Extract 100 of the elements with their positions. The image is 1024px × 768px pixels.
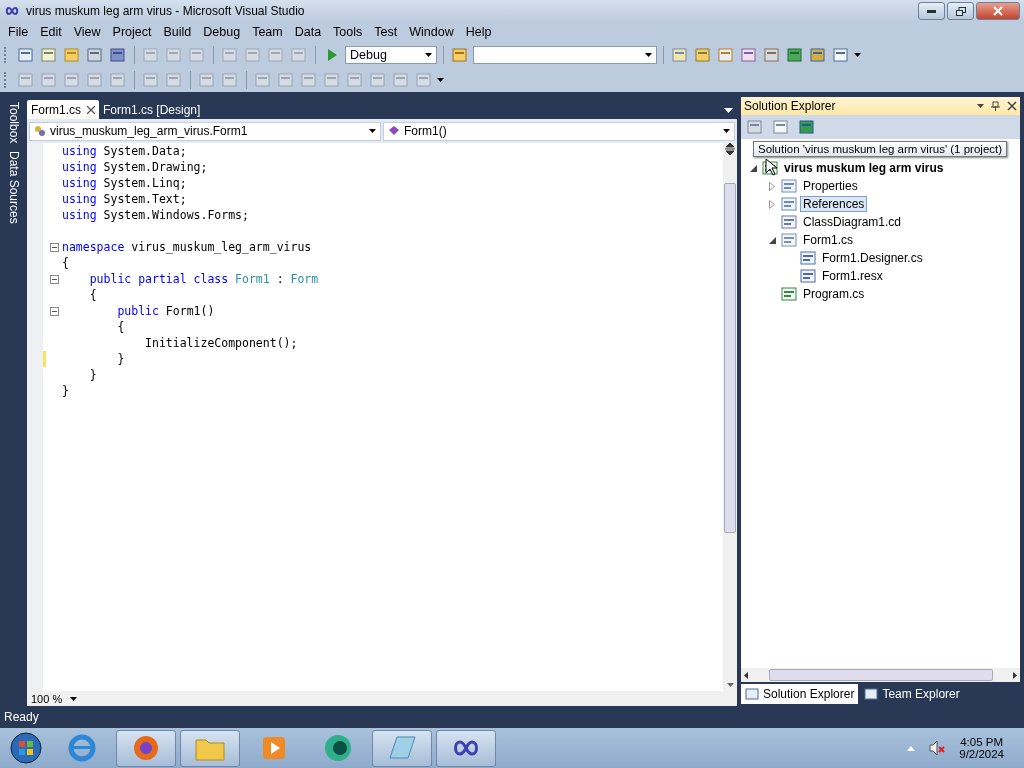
taskbar-button[interactable] — [436, 729, 496, 767]
configuration-dropdown[interactable]: Debug — [345, 45, 437, 64]
tree-item[interactable]: Program.cs — [800, 286, 868, 302]
code-line: using System.Linq; — [62, 176, 187, 190]
taskbar-button[interactable] — [116, 729, 176, 767]
minus-icon — [52, 310, 57, 312]
horizontal-scrollbar[interactable] — [741, 668, 1020, 682]
code-line: InitializeComponent(); — [144, 336, 298, 350]
panel-tab[interactable]: Solution Explorer — [741, 684, 859, 704]
expanded-arrow-icon[interactable] — [768, 236, 776, 244]
caret-icon[interactable] — [724, 108, 733, 113]
code-line: { — [88, 288, 97, 302]
menu-item[interactable]: Build — [157, 25, 198, 39]
caret-icon — [726, 683, 734, 687]
minimize-icon — [927, 9, 936, 13]
menu-item[interactable]: File — [2, 25, 35, 39]
caret-icon — [369, 129, 376, 133]
member-dropdown[interactable]: Form1() — [383, 121, 735, 141]
tree-item[interactable]: virus muskum leg arm virus — [781, 160, 947, 176]
menu-item[interactable]: Team — [246, 25, 289, 39]
minus-icon — [52, 278, 57, 280]
panel-icon — [745, 687, 759, 701]
tree-item[interactable]: Properties — [800, 178, 861, 194]
caret-icon — [425, 52, 432, 57]
panel-tab[interactable]: Team Explorer — [860, 684, 964, 704]
menu-item[interactable]: Project — [106, 25, 158, 39]
type-dropdown[interactable]: virus_muskum_leg_arm_virus.Form1 — [29, 121, 381, 141]
code-line: { — [116, 320, 125, 334]
tree-item[interactable]: References — [800, 196, 868, 212]
window-title: virus muskum leg arm virus - Microsoft Visual Studio — [26, 4, 306, 18]
close-icon — [993, 6, 1003, 16]
left-arrow-icon — [744, 671, 748, 679]
right-arrow-icon — [1013, 671, 1017, 679]
tree-item[interactable]: Form1.resx — [819, 268, 886, 284]
collapsed-arrow-icon[interactable] — [769, 181, 775, 191]
code-line: } — [88, 368, 97, 382]
minus-icon — [52, 246, 57, 248]
menu-item[interactable]: Data — [288, 25, 328, 39]
caret-icon — [723, 129, 730, 133]
side-tab[interactable]: Toolbox — [6, 100, 21, 146]
expanded-arrow-icon[interactable] — [749, 164, 757, 172]
menu-item[interactable]: Help — [459, 25, 498, 39]
clock[interactable]: 4:05 PM 9/2/2024 — [959, 736, 1004, 760]
code-line: { — [62, 256, 69, 270]
menu-item[interactable]: Tools — [327, 25, 369, 39]
class-icon — [34, 125, 46, 137]
menu-item[interactable]: View — [67, 25, 107, 39]
vertical-scrollbar[interactable] — [723, 143, 737, 691]
code-line: public partial class Form1 : Form — [88, 272, 319, 286]
collapsed-arrow-icon[interactable] — [769, 199, 775, 209]
document-tab[interactable]: Form1.cs [Design] — [99, 100, 205, 119]
maximize-button[interactable] — [947, 2, 974, 20]
panel-icon — [864, 687, 879, 701]
start-icon — [327, 48, 337, 61]
tree-item[interactable]: Form1.cs — [800, 232, 856, 248]
menu-item[interactable]: Debug — [197, 25, 247, 39]
minimize-button[interactable] — [918, 2, 945, 20]
close-icon[interactable] — [87, 105, 95, 114]
app-icon — [323, 733, 353, 763]
window-icon — [833, 46, 849, 63]
caret-icon — [645, 52, 652, 57]
code-line: using System.Text; — [62, 192, 187, 206]
panel-title: Solution Explorer — [744, 99, 836, 113]
visual-studio-icon — [4, 6, 20, 16]
browser-icon — [67, 733, 97, 763]
rectangle-icon — [255, 71, 271, 88]
document-tab[interactable]: Form1.cs — [27, 100, 99, 119]
collapse-toggle[interactable] — [50, 274, 59, 284]
taskbar-button[interactable] — [180, 729, 240, 767]
muted-speaker-icon[interactable] — [929, 740, 946, 756]
collapse-toggle[interactable] — [50, 242, 59, 252]
status-text: Ready — [4, 710, 39, 724]
tree-item[interactable]: Form1.Designer.cs — [819, 250, 926, 266]
taskbar-button[interactable] — [372, 729, 432, 767]
code-line: } — [116, 352, 125, 366]
menu-item[interactable]: Edit — [34, 25, 68, 39]
collapse-toggle[interactable] — [50, 306, 59, 316]
code-line: using System.Drawing; — [62, 160, 208, 174]
menu-item[interactable]: Test — [368, 25, 404, 39]
notepad-icon — [387, 734, 417, 762]
caret-icon — [854, 52, 861, 57]
window-icon — [718, 46, 734, 63]
zoom-level[interactable]: 100 % — [31, 692, 63, 705]
firefox-icon — [131, 733, 161, 763]
pin-icon[interactable] — [977, 101, 1017, 111]
tree-item[interactable]: ClassDiagram1.cd — [800, 214, 905, 230]
code-line: namespace virus_muskum_leg_arm_virus — [62, 240, 312, 254]
code-line: using System.Data; — [62, 144, 187, 158]
tray-arrow-icon[interactable] — [907, 745, 916, 751]
menu-item[interactable]: Window — [403, 25, 460, 39]
close-button[interactable] — [976, 2, 1020, 20]
code-line: } — [62, 384, 69, 398]
platform-dropdown[interactable] — [473, 45, 657, 64]
split-icon — [725, 143, 735, 155]
caret-icon — [70, 696, 78, 701]
side-tab[interactable]: Data Sources — [6, 149, 21, 227]
restore-icon — [955, 6, 966, 16]
caret-icon — [437, 77, 444, 82]
code-line: public Form1() — [116, 304, 215, 318]
method-icon — [388, 125, 400, 137]
